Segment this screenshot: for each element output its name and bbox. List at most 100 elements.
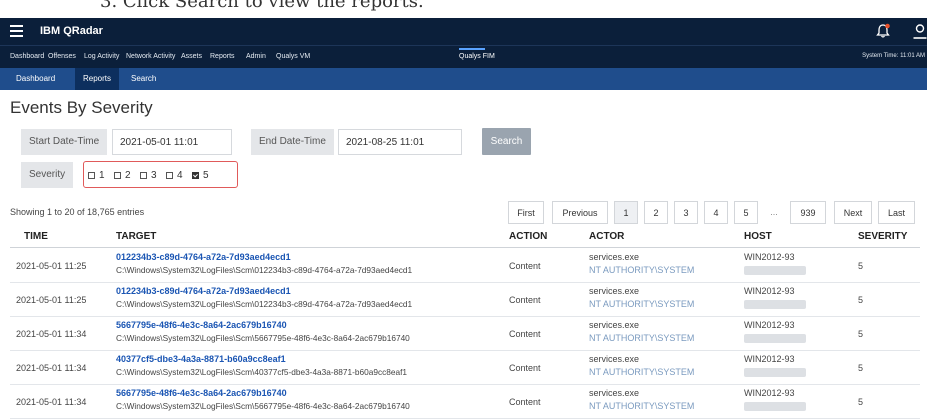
cell-host: WIN2012-93 xyxy=(744,252,795,262)
nav-item-reports[interactable]: Reports xyxy=(210,53,235,60)
redacted-ip xyxy=(744,402,806,411)
document-step-text: 3. Click Search to view the reports. xyxy=(100,0,424,12)
subnav-reports[interactable]: Reports xyxy=(75,68,120,90)
column-header-action[interactable]: ACTION xyxy=(509,231,547,242)
main-navigation: Dashboard Offenses Log Activity Network Act… xyxy=(0,45,927,69)
subnav-search[interactable]: Search xyxy=(123,68,164,90)
nav-item-dashboard[interactable]: Dashboard xyxy=(10,53,44,60)
severity-checkbox-group: 1 2 3 4 5 xyxy=(83,161,238,188)
checkbox-icon[interactable] xyxy=(114,172,121,179)
column-header-target[interactable]: TARGET xyxy=(116,231,156,242)
pagination-next[interactable]: Next xyxy=(834,201,872,224)
pagination-previous[interactable]: Previous xyxy=(552,201,608,224)
severity-option-1[interactable]: 1 xyxy=(88,170,105,181)
subnav-dashboard[interactable]: Dashboard xyxy=(8,68,63,90)
nav-item-offenses[interactable]: Offenses xyxy=(48,53,76,60)
severity-option-4[interactable]: 4 xyxy=(166,170,183,181)
severity-option-label: 4 xyxy=(177,170,183,181)
nav-item-assets[interactable]: Assets xyxy=(181,53,202,60)
cell-actor-process: services.exe xyxy=(589,286,640,296)
column-header-host[interactable]: HOST xyxy=(744,231,772,242)
cell-action: Content xyxy=(509,363,541,373)
checkbox-checked-icon[interactable] xyxy=(192,172,199,179)
system-time: System Time: 11:01 AM xyxy=(862,53,925,59)
page-title: Events By Severity xyxy=(10,98,153,117)
nav-item-network-activity[interactable]: Network Activity xyxy=(126,53,175,60)
pagination-page-939[interactable]: 939 xyxy=(790,201,826,224)
cell-action: Content xyxy=(509,261,541,271)
app-title: IBM QRadar xyxy=(40,25,103,37)
cell-actor-user: NT AUTHORITY\SYSTEM xyxy=(589,265,695,275)
active-tab-indicator xyxy=(459,48,485,50)
cell-target-id-link[interactable]: 5667795e-48f6-4e3c-8a64-2ac679b16740 xyxy=(116,320,287,330)
cell-target-id-link[interactable]: 40377cf5-dbe3-4a3a-8871-b60a9cc8eaf1 xyxy=(116,354,286,364)
start-date-input[interactable]: 2021-05-01 11:01 xyxy=(112,129,232,155)
user-icon[interactable] xyxy=(912,23,927,39)
cell-actor-user: NT AUTHORITY\SYSTEM xyxy=(589,299,695,309)
pagination-page-2[interactable]: 2 xyxy=(644,201,668,224)
top-bar: IBM QRadar xyxy=(0,18,927,45)
pagination-page-1[interactable]: 1 xyxy=(614,201,638,224)
cell-time: 2021-05-01 11:34 xyxy=(16,329,87,339)
cell-severity: 5 xyxy=(858,363,864,373)
cell-actor-user: NT AUTHORITY\SYSTEM xyxy=(589,333,695,343)
checkbox-icon[interactable] xyxy=(166,172,173,179)
redacted-ip xyxy=(744,368,806,377)
pagination-page-4[interactable]: 4 xyxy=(704,201,728,224)
table-row[interactable]: 2021-05-01 11:34 5667795e-48f6-4e3c-8a64… xyxy=(10,386,920,419)
table-header-divider xyxy=(10,247,920,248)
cell-action: Content xyxy=(509,397,541,407)
nav-item-admin[interactable]: Admin xyxy=(246,53,266,60)
end-date-label: End Date-Time xyxy=(251,129,334,155)
sub-navigation: Dashboard Reports Search xyxy=(0,68,927,90)
table-row[interactable]: 2021-05-01 11:34 5667795e-48f6-4e3c-8a64… xyxy=(10,318,920,351)
severity-option-label: 3 xyxy=(151,170,157,181)
end-date-input[interactable]: 2021-08-25 11:01 xyxy=(338,129,462,155)
cell-severity: 5 xyxy=(858,295,864,305)
cell-host: WIN2012-93 xyxy=(744,286,795,296)
redacted-ip xyxy=(744,266,806,275)
severity-option-label: 5 xyxy=(203,170,209,181)
cell-severity: 5 xyxy=(858,397,864,407)
cell-host: WIN2012-93 xyxy=(744,388,795,398)
hamburger-icon[interactable] xyxy=(10,25,23,37)
column-header-time[interactable]: TIME xyxy=(24,231,48,242)
table-row[interactable]: 2021-05-01 11:25 012234b3-c89d-4764-a72a… xyxy=(10,250,920,283)
severity-option-5[interactable]: 5 xyxy=(192,170,209,181)
pagination-first[interactable]: First xyxy=(508,201,544,224)
severity-option-3[interactable]: 3 xyxy=(140,170,157,181)
cell-target-id-link[interactable]: 012234b3-c89d-4764-a72a-7d93aed4ecd1 xyxy=(116,252,291,262)
cell-target-id-link[interactable]: 5667795e-48f6-4e3c-8a64-2ac679b16740 xyxy=(116,388,287,398)
severity-option-2[interactable]: 2 xyxy=(114,170,131,181)
redacted-ip xyxy=(744,334,806,343)
start-date-label: Start Date-Time xyxy=(21,129,108,155)
cell-action: Content xyxy=(509,329,541,339)
pagination-last[interactable]: Last xyxy=(878,201,915,224)
nav-item-log-activity[interactable]: Log Activity xyxy=(84,53,119,60)
search-button[interactable]: Search xyxy=(482,128,531,155)
bell-icon[interactable] xyxy=(875,23,891,39)
cell-actor-process: services.exe xyxy=(589,354,640,364)
cell-target-id-link[interactable]: 012234b3-c89d-4764-a72a-7d93aed4ecd1 xyxy=(116,286,291,296)
cell-target-path: C:\Windows\System32\LogFiles\Scm\5667795… xyxy=(116,401,410,411)
pagination-page-3[interactable]: 3 xyxy=(674,201,698,224)
checkbox-icon[interactable] xyxy=(140,172,147,179)
table-row[interactable]: 2021-05-01 11:25 012234b3-c89d-4764-a72a… xyxy=(10,284,920,317)
nav-item-qualys-fim[interactable]: Qualys FIM xyxy=(459,53,495,60)
cell-actor-process: services.exe xyxy=(589,388,640,398)
severity-option-label: 1 xyxy=(99,170,105,181)
column-header-severity[interactable]: SEVERITY xyxy=(858,231,907,242)
cell-host: WIN2012-93 xyxy=(744,320,795,330)
cell-time: 2021-05-01 11:25 xyxy=(16,295,87,305)
pagination-page-5[interactable]: 5 xyxy=(734,201,758,224)
cell-time: 2021-05-01 11:34 xyxy=(16,363,87,373)
column-header-actor[interactable]: ACTOR xyxy=(589,231,624,242)
nav-item-qualys-vm[interactable]: Qualys VM xyxy=(276,53,310,60)
redacted-ip xyxy=(744,300,806,309)
table-row[interactable]: 2021-05-01 11:34 40377cf5-dbe3-4a3a-8871… xyxy=(10,352,920,385)
severity-label: Severity xyxy=(21,162,74,188)
entries-count: Showing 1 to 20 of 18,765 entries xyxy=(10,207,145,217)
cell-severity: 5 xyxy=(858,261,864,271)
checkbox-icon[interactable] xyxy=(88,172,95,179)
cell-severity: 5 xyxy=(858,329,864,339)
